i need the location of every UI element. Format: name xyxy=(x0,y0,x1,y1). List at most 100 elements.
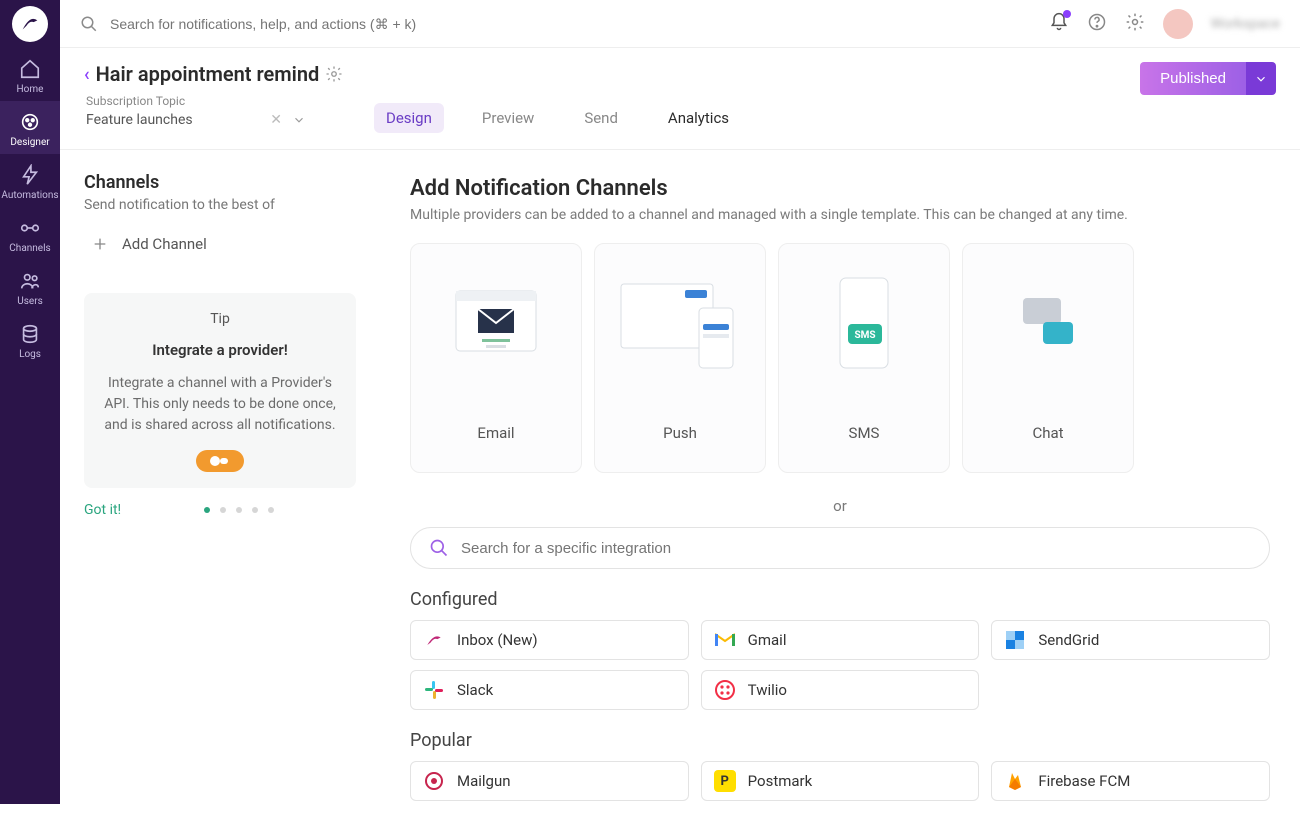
channel-card-email[interactable]: Email xyxy=(410,243,582,473)
email-icon xyxy=(446,244,546,402)
gear-icon[interactable] xyxy=(325,65,343,83)
sidebar-item-label: Home xyxy=(17,84,44,95)
channel-card-chat[interactable]: Chat xyxy=(962,243,1134,473)
svg-text:SMS: SMS xyxy=(854,330,875,341)
push-icon xyxy=(615,244,745,402)
publish-menu-button[interactable] xyxy=(1246,62,1276,95)
integration-search[interactable] xyxy=(410,527,1270,569)
sendgrid-icon xyxy=(1004,629,1026,651)
gear-icon xyxy=(1125,12,1145,32)
add-channel-button[interactable]: Add Channel xyxy=(84,235,356,253)
integration-firebase[interactable]: Firebase FCM xyxy=(991,761,1270,801)
integration-label: Twilio xyxy=(748,681,787,699)
integration-label: Inbox (New) xyxy=(457,631,538,649)
integration-label: Postmark xyxy=(748,772,813,790)
sidebar-item-label: Channels xyxy=(9,243,50,254)
tip-dot[interactable] xyxy=(236,507,242,513)
tip-dot[interactable] xyxy=(268,507,274,513)
tab-analytics[interactable]: Analytics xyxy=(656,103,741,133)
channel-card-label: Chat xyxy=(1032,424,1063,442)
channel-card-label: SMS xyxy=(849,424,880,442)
sidebar-item-channels[interactable]: Channels xyxy=(0,207,60,260)
integration-label: Gmail xyxy=(748,631,787,649)
chevron-down-icon xyxy=(1254,72,1268,86)
channel-card-label: Email xyxy=(477,424,514,442)
app-logo[interactable] xyxy=(0,0,60,48)
sidebar-item-home[interactable]: Home xyxy=(0,48,60,101)
main-subtitle: Multiple providers can be added to a cha… xyxy=(410,207,1270,223)
tab-preview[interactable]: Preview xyxy=(470,103,546,133)
main-panel: Add Notification Channels Multiple provi… xyxy=(380,150,1300,821)
help-icon xyxy=(1087,12,1107,32)
channel-card-push[interactable]: Push xyxy=(594,243,766,473)
integration-slack[interactable]: Slack xyxy=(410,670,689,710)
twilio-icon xyxy=(714,679,736,701)
channels-subtitle: Send notification to the best of xyxy=(84,197,356,213)
tab-send[interactable]: Send xyxy=(572,103,630,133)
channel-card-sms[interactable]: SMS SMS xyxy=(778,243,950,473)
integration-label: SendGrid xyxy=(1038,631,1099,649)
integration-sendgrid[interactable]: SendGrid xyxy=(991,620,1270,660)
tip-gotit-button[interactable]: Got it! xyxy=(84,502,121,518)
integration-label: Firebase FCM xyxy=(1038,772,1130,790)
integration-search-input[interactable] xyxy=(461,540,1251,557)
tabs: Design Preview Send Analytics xyxy=(374,103,741,149)
tip-body: Integrate a channel with a Provider's AP… xyxy=(102,373,338,436)
search-icon xyxy=(80,15,98,33)
page-content: ‹ Hair appointment remind Subscription T… xyxy=(60,48,1300,804)
back-button[interactable]: ‹ xyxy=(84,64,90,85)
search-input[interactable] xyxy=(110,16,510,32)
plus-icon xyxy=(92,236,108,252)
topbar: Workspace xyxy=(60,0,1300,48)
add-channel-label: Add Channel xyxy=(122,235,207,253)
integration-postmark[interactable]: P Postmark xyxy=(701,761,980,801)
sidebar-item-label: Designer xyxy=(10,137,49,148)
avatar[interactable] xyxy=(1163,9,1193,39)
publish-button[interactable]: Published xyxy=(1140,62,1246,95)
firebase-icon xyxy=(1004,770,1026,792)
tip-dot[interactable] xyxy=(252,507,258,513)
chevron-down-icon[interactable] xyxy=(292,113,306,127)
tip-dot[interactable] xyxy=(204,507,210,513)
integration-inbox[interactable]: Inbox (New) xyxy=(410,620,689,660)
sidebar-item-label: Automations xyxy=(1,190,58,201)
gmail-icon xyxy=(714,629,736,651)
global-search[interactable] xyxy=(80,15,1049,33)
main-title: Add Notification Channels xyxy=(410,176,1270,201)
sidebar-item-automations[interactable]: Automations xyxy=(0,154,60,207)
sidebar-item-label: Logs xyxy=(19,349,41,360)
channel-card-label: Push xyxy=(663,424,697,442)
notifications-button[interactable] xyxy=(1049,12,1069,36)
settings-button[interactable] xyxy=(1125,12,1145,36)
integration-mailgun[interactable]: Mailgun xyxy=(410,761,689,801)
integration-gmail[interactable]: Gmail xyxy=(701,620,980,660)
sidebar-item-logs[interactable]: Logs xyxy=(0,313,60,366)
clear-icon[interactable]: ✕ xyxy=(270,112,282,128)
page-title: Hair appointment remind xyxy=(96,62,320,86)
integration-label: Mailgun xyxy=(457,772,511,790)
subscription-topic-select[interactable]: Feature launches ✕ xyxy=(86,112,306,128)
sidebar-item-users[interactable]: Users xyxy=(0,260,60,313)
tip-pagination xyxy=(204,507,274,513)
channels-title: Channels xyxy=(84,172,356,193)
tip-action-button[interactable] xyxy=(196,450,244,472)
help-button[interactable] xyxy=(1087,12,1107,36)
sidebar-item-designer[interactable]: Designer xyxy=(0,101,60,154)
subscription-topic-label: Subscription Topic xyxy=(86,94,354,108)
tip-dot[interactable] xyxy=(220,507,226,513)
channels-sidebar: Channels Send notification to the best o… xyxy=(60,150,380,821)
sidebar: Home Designer Automations Channels Users… xyxy=(0,0,60,804)
subscription-topic-value: Feature launches xyxy=(86,112,193,128)
tab-design[interactable]: Design xyxy=(374,103,444,133)
tip-title: Integrate a provider! xyxy=(102,341,338,359)
workspace-switcher[interactable]: Workspace xyxy=(1211,16,1281,32)
slack-icon xyxy=(423,679,445,701)
search-icon xyxy=(429,538,449,558)
bell-icon xyxy=(1049,12,1069,32)
sms-icon: SMS xyxy=(824,244,904,402)
tip-card: Tip Integrate a provider! Integrate a ch… xyxy=(84,293,356,488)
mailgun-icon xyxy=(423,770,445,792)
tip-tag: Tip xyxy=(102,311,338,327)
integration-twilio[interactable]: Twilio xyxy=(701,670,980,710)
configured-heading: Configured xyxy=(410,589,1270,610)
